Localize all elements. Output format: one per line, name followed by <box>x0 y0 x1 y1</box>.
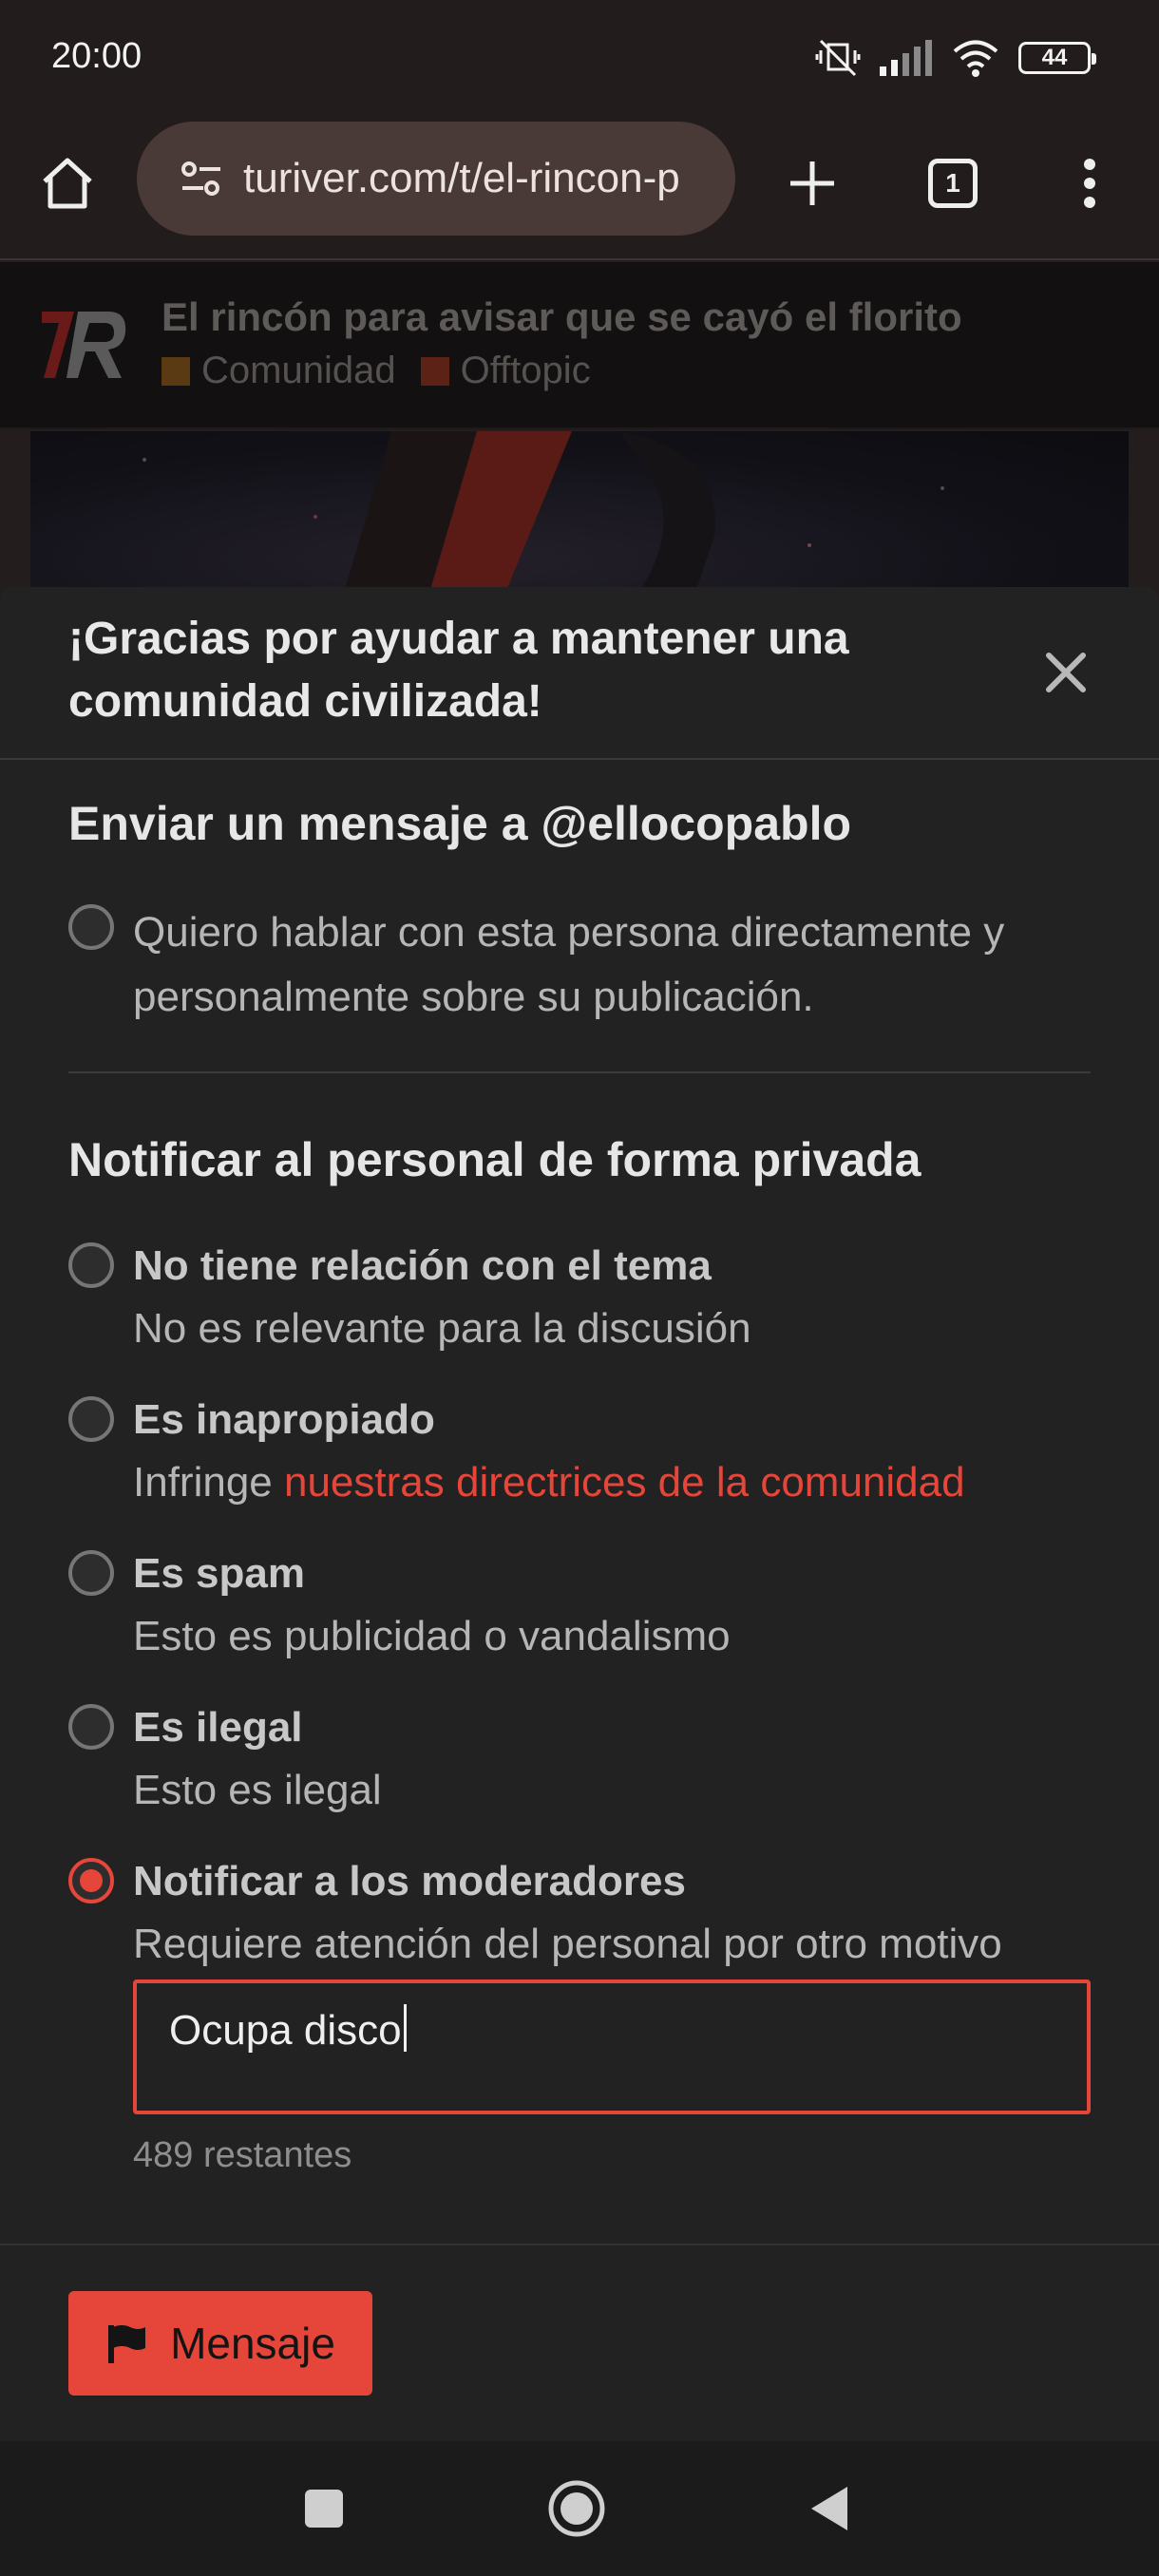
category-color-square <box>420 356 449 386</box>
flag-option-spam[interactable]: Es spam Esto es publicidad o vandalismo <box>68 1548 1094 1662</box>
recents-button[interactable] <box>291 2475 357 2542</box>
submit-flag-button[interactable]: Mensaje <box>68 2291 372 2396</box>
topic-categories: Comunidad Offtopic <box>162 350 591 392</box>
submit-label: Mensaje <box>170 2319 335 2368</box>
option-description-prefix: Infringe <box>133 1459 284 1506</box>
category-name: Comunidad <box>201 350 396 391</box>
banner-image <box>30 431 1129 593</box>
radio-button-selected[interactable] <box>68 1858 114 1904</box>
battery-level: 44 <box>1041 45 1068 70</box>
tab-switcher-icon: 1 <box>928 159 978 208</box>
option-label: Es ilegal <box>133 1704 303 1751</box>
section-divider <box>68 1071 1091 1073</box>
guidelines-link[interactable]: nuestras directrices de la comunidad <box>284 1459 965 1506</box>
site-settings-icon[interactable] <box>180 160 222 198</box>
back-icon <box>811 2487 847 2530</box>
battery-icon: 44 <box>1018 42 1096 74</box>
reason-value: Ocupa disco <box>169 2007 402 2054</box>
flag-option-inappropriate[interactable]: Es inapropiado Infringe nuestras directr… <box>68 1394 1094 1508</box>
system-nav-bar <box>0 2441 1159 2576</box>
category-badge[interactable]: Comunidad <box>162 350 396 392</box>
radio-button[interactable] <box>68 1550 114 1596</box>
category-name: Offtopic <box>460 350 591 391</box>
radio-button[interactable] <box>68 904 114 950</box>
characters-remaining: 489 restantes <box>133 2135 352 2175</box>
address-bar[interactable]: turiver.com/t/el-rincon-p <box>137 122 735 236</box>
reason-text: Ocupa disco <box>169 2004 407 2055</box>
option-label: Es inapropiado <box>133 1396 435 1443</box>
modal-title: ¡Gracias por ayudar a mantener una comun… <box>68 614 849 727</box>
status-bar: 20:00 44 <box>0 0 1159 112</box>
browser-toolbar: turiver.com/t/el-rincon-p 1 <box>0 112 1159 260</box>
back-button[interactable] <box>796 2475 863 2542</box>
site-logo <box>42 312 126 378</box>
option-label: Notificar a los moderadores <box>133 1858 686 1904</box>
flag-option-illegal[interactable]: Es ilegal Esto es ilegal <box>68 1702 1094 1816</box>
radio-button[interactable] <box>68 1396 114 1442</box>
flag-modal: ¡Gracias por ayudar a mantener una comun… <box>0 587 1159 2441</box>
notify-section-title: Notificar al personal de forma privada <box>68 1133 922 1186</box>
option-description: No es relevante para la discusión <box>133 1305 751 1352</box>
signal-icon <box>880 40 932 76</box>
reason-textarea[interactable]: Ocupa disco <box>133 1979 1091 2114</box>
text-caret <box>403 2004 407 2052</box>
category-badge[interactable]: Offtopic <box>420 350 591 392</box>
radio-button[interactable] <box>68 1242 114 1288</box>
topic-title[interactable]: El rincón para avisar que se cayó el flo… <box>162 294 962 340</box>
message-option-text: Quiero hablar con esta persona directame… <box>133 909 1005 1020</box>
banner-graphic <box>142 431 944 593</box>
wifi-icon <box>953 40 998 77</box>
message-option[interactable]: Quiero hablar con esta persona directame… <box>68 900 1094 1033</box>
new-tab-button[interactable] <box>779 150 846 217</box>
mute-vibrate-icon <box>815 39 861 77</box>
tab-switcher-button[interactable]: 1 <box>920 150 986 217</box>
message-section-title: Enviar un mensaje a @ellocopablo <box>68 797 851 850</box>
url-text: turiver.com/t/el-rincon-p <box>243 155 680 201</box>
option-description: Infringe nuestras directrices de la comu… <box>133 1457 965 1508</box>
tab-count: 1 <box>945 168 960 198</box>
modal-header: ¡Gracias por ayudar a mantener una comun… <box>0 587 1159 760</box>
more-menu-button[interactable] <box>1056 150 1123 217</box>
radio-button[interactable] <box>68 1704 114 1750</box>
option-label: No tiene relación con el tema <box>133 1242 712 1289</box>
topic-header: El rincón para avisar que se cayó el flo… <box>0 262 1159 429</box>
new-tab-icon <box>790 161 834 205</box>
home-nav-button[interactable] <box>543 2475 610 2542</box>
option-description: Esto es ilegal <box>133 1767 382 1813</box>
home-icon <box>43 158 92 209</box>
flag-icon <box>108 2325 146 2363</box>
status-icons: 44 <box>815 36 1096 80</box>
footer-divider <box>0 2244 1159 2245</box>
option-label: Es spam <box>133 1550 305 1597</box>
close-button[interactable] <box>1028 635 1104 710</box>
flag-option-notify-moderators[interactable]: Notificar a los moderadores Requiere ate… <box>68 1856 1094 1970</box>
status-time: 20:00 <box>51 36 142 76</box>
category-color-square <box>162 356 190 386</box>
home-circle-icon <box>548 2480 605 2537</box>
more-menu-icon <box>1084 159 1095 208</box>
option-description: Esto es publicidad o vandalismo <box>133 1613 731 1659</box>
home-button[interactable] <box>34 150 101 217</box>
close-icon <box>1046 653 1086 692</box>
option-description: Requiere atención del personal por otro … <box>133 1921 1002 1967</box>
flag-option-off-topic[interactable]: No tiene relación con el tema No es rele… <box>68 1241 1094 1354</box>
recents-icon <box>305 2490 343 2528</box>
